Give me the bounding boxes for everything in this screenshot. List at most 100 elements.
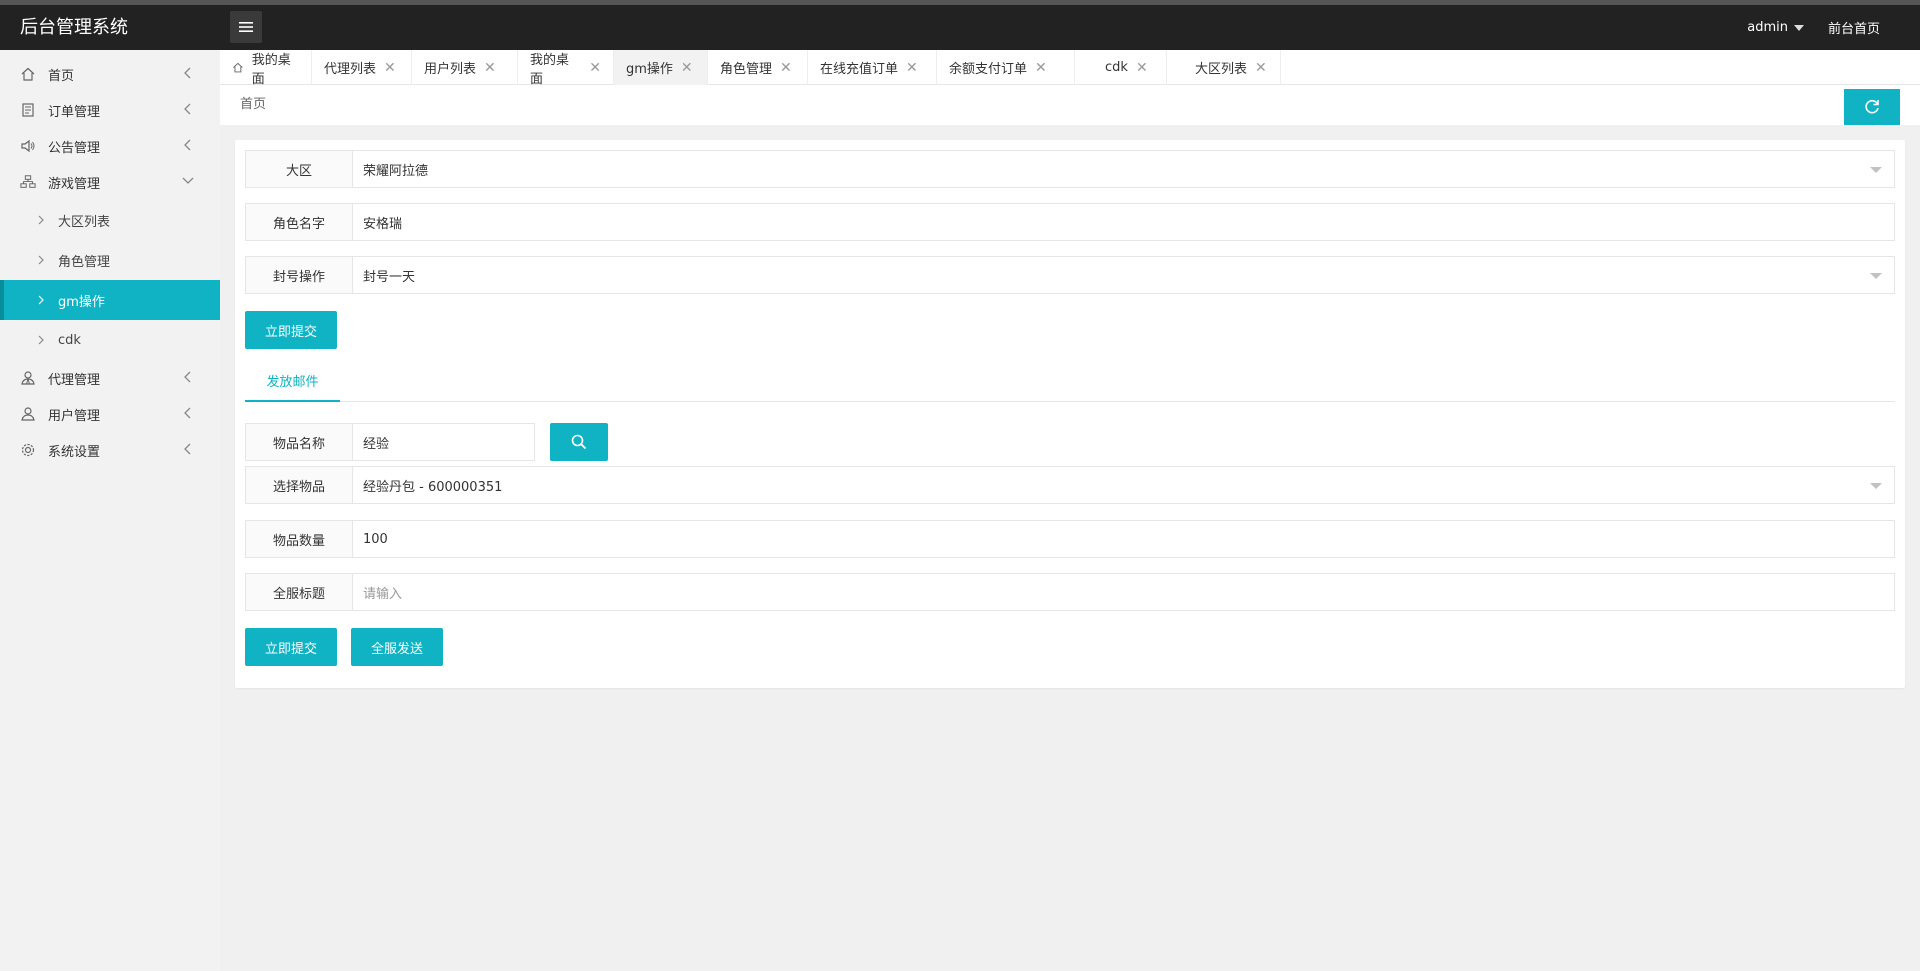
tab-role-manage[interactable]: 角色管理 ✕ bbox=[708, 50, 808, 85]
tab-bar: 我的桌面 代理列表 ✕ 用户列表 ✕ 我的桌面 ✕ gm操作 ✕ 角色管理 ✕ … bbox=[220, 50, 1920, 87]
front-home-link[interactable]: 前台首页 bbox=[1828, 18, 1880, 37]
close-icon[interactable]: ✕ bbox=[1035, 60, 1047, 76]
role-name-input[interactable]: 安格瑞 bbox=[353, 203, 1895, 241]
tab-cdk[interactable]: cdk ✕ bbox=[1075, 50, 1167, 85]
close-icon[interactable]: ✕ bbox=[384, 60, 396, 76]
tab-desktop-home[interactable]: 我的桌面 bbox=[220, 50, 312, 87]
item-name-row: 物品名称 经验 bbox=[245, 423, 535, 461]
tab-label: gm操作 bbox=[626, 62, 673, 77]
tab-desktop[interactable]: 我的桌面 ✕ bbox=[518, 50, 614, 87]
gear-icon bbox=[20, 442, 36, 458]
chevron-down-icon bbox=[182, 177, 194, 184]
chevron-left-icon bbox=[184, 139, 191, 151]
dropdown-arrow-icon bbox=[1870, 167, 1882, 173]
sidebar-item-label: 首页 bbox=[48, 68, 75, 84]
refresh-button[interactable] bbox=[1844, 89, 1900, 125]
breadcrumb: 首页 bbox=[220, 85, 1920, 125]
agent-icon bbox=[20, 370, 36, 386]
item-select[interactable]: 经验丹包 - 600000351 bbox=[353, 466, 1895, 504]
close-icon[interactable]: ✕ bbox=[906, 60, 918, 76]
chevron-right-icon bbox=[38, 215, 44, 225]
home-icon bbox=[20, 66, 36, 82]
sidebar-sub-label: 大区列表 bbox=[58, 214, 111, 230]
ban-submit-button[interactable]: 立即提交 bbox=[245, 311, 337, 349]
chevron-left-icon bbox=[184, 371, 191, 383]
home-icon bbox=[233, 62, 243, 73]
order-icon bbox=[20, 102, 36, 118]
tab-label: 我的桌面 bbox=[530, 52, 570, 87]
sidebar-item-game[interactable]: 游戏管理 bbox=[0, 164, 220, 200]
chevron-left-icon bbox=[184, 67, 191, 79]
sidebar-item-label: 订单管理 bbox=[48, 104, 101, 120]
sitemap-icon bbox=[20, 174, 36, 190]
role-row: 角色名字 安格瑞 bbox=[245, 203, 1895, 241]
tab-gm[interactable]: gm操作 ✕ bbox=[614, 50, 708, 85]
close-icon[interactable]: ✕ bbox=[1255, 60, 1267, 76]
sidebar-item-label: 游戏管理 bbox=[48, 176, 101, 192]
app-title: 后台管理系统 bbox=[20, 17, 128, 38]
sidebar-item-label: 用户管理 bbox=[48, 408, 101, 424]
tab-send-mail[interactable]: 发放邮件 bbox=[245, 360, 340, 402]
sidebar-item-settings[interactable]: 系统设置 bbox=[0, 432, 220, 468]
close-icon[interactable]: ✕ bbox=[484, 60, 496, 76]
sidebar-item-user[interactable]: 用户管理 bbox=[0, 396, 220, 432]
sidebar-item-home[interactable]: 首页 bbox=[0, 56, 220, 92]
chevron-left-icon bbox=[184, 103, 191, 115]
sidebar-sub-label: gm操作 bbox=[58, 294, 105, 310]
chevron-left-icon bbox=[184, 443, 191, 455]
close-icon[interactable]: ✕ bbox=[1136, 60, 1148, 76]
sidebar-item-orders[interactable]: 订单管理 bbox=[0, 92, 220, 128]
title-placeholder: 请输入 bbox=[363, 586, 403, 602]
mail-tab-bar: 发放邮件 bbox=[245, 360, 1895, 402]
sidebar-item-notice[interactable]: 公告管理 bbox=[0, 128, 220, 164]
tab-label: 余额支付订单 bbox=[949, 62, 1028, 77]
menu-toggle-button[interactable] bbox=[230, 11, 262, 43]
title-row: 全服标题 请输入 bbox=[245, 573, 1895, 611]
region-label: 大区 bbox=[245, 150, 353, 188]
sidebar-sub-item-role-manage[interactable]: 角色管理 bbox=[0, 240, 220, 280]
mail-submit-button[interactable]: 立即提交 bbox=[245, 628, 337, 666]
ban-select[interactable]: 封号一天 bbox=[353, 256, 1895, 294]
tab-label: 大区列表 bbox=[1195, 62, 1248, 77]
close-icon[interactable]: ✕ bbox=[589, 60, 601, 76]
tab-region-list[interactable]: 大区列表 ✕ bbox=[1167, 50, 1281, 85]
item-name-label: 物品名称 bbox=[245, 423, 353, 461]
user-icon bbox=[20, 406, 36, 422]
speaker-icon bbox=[20, 138, 36, 154]
breadcrumb-home[interactable]: 首页 bbox=[240, 85, 266, 125]
sidebar-sub-item-region-list[interactable]: 大区列表 bbox=[0, 200, 220, 240]
title-label: 全服标题 bbox=[245, 573, 353, 611]
tab-user-list[interactable]: 用户列表 ✕ bbox=[412, 50, 518, 85]
tab-online-recharge[interactable]: 在线充值订单 ✕ bbox=[808, 50, 937, 85]
tab-label: 角色管理 bbox=[720, 62, 773, 77]
sidebar-item-label: 公告管理 bbox=[48, 140, 101, 156]
tab-balance-pay[interactable]: 余额支付订单 ✕ bbox=[937, 50, 1075, 85]
region-select[interactable]: 荣耀阿拉德 bbox=[353, 150, 1895, 188]
item-name-value: 经验 bbox=[363, 436, 390, 452]
tab-agent-list[interactable]: 代理列表 ✕ bbox=[312, 50, 412, 85]
chevron-right-icon bbox=[38, 295, 44, 305]
ban-value: 封号一天 bbox=[363, 269, 416, 285]
search-button[interactable] bbox=[550, 423, 608, 461]
qty-value: 100 bbox=[363, 531, 388, 547]
role-value: 安格瑞 bbox=[363, 216, 403, 232]
sidebar-item-agent[interactable]: 代理管理 bbox=[0, 360, 220, 396]
sidebar: 首页 订单管理 公告管理 游戏管理 大区列表 角色管理 gm操作 cdk 代理管… bbox=[0, 50, 220, 971]
top-header: 后台管理系统 admin 前台首页 bbox=[0, 5, 1920, 50]
ban-row: 封号操作 封号一天 bbox=[245, 256, 1895, 294]
sidebar-sub-item-gm[interactable]: gm操作 bbox=[0, 280, 220, 320]
server-title-input[interactable]: 请输入 bbox=[353, 573, 1895, 611]
close-icon[interactable]: ✕ bbox=[780, 60, 792, 76]
role-label: 角色名字 bbox=[245, 203, 353, 241]
qty-row: 物品数量 100 bbox=[245, 520, 1895, 558]
quantity-input[interactable]: 100 bbox=[353, 520, 1895, 558]
dropdown-arrow-icon bbox=[1870, 483, 1882, 489]
sidebar-sub-item-cdk[interactable]: cdk bbox=[0, 320, 220, 360]
close-icon[interactable]: ✕ bbox=[681, 60, 693, 76]
item-name-input[interactable]: 经验 bbox=[353, 423, 535, 461]
user-menu[interactable]: admin bbox=[1747, 20, 1804, 35]
sidebar-sub-label: 角色管理 bbox=[58, 254, 111, 270]
caret-down-icon bbox=[1793, 24, 1804, 31]
send-all-button[interactable]: 全服发送 bbox=[351, 628, 443, 666]
tab-label: 代理列表 bbox=[324, 62, 377, 77]
